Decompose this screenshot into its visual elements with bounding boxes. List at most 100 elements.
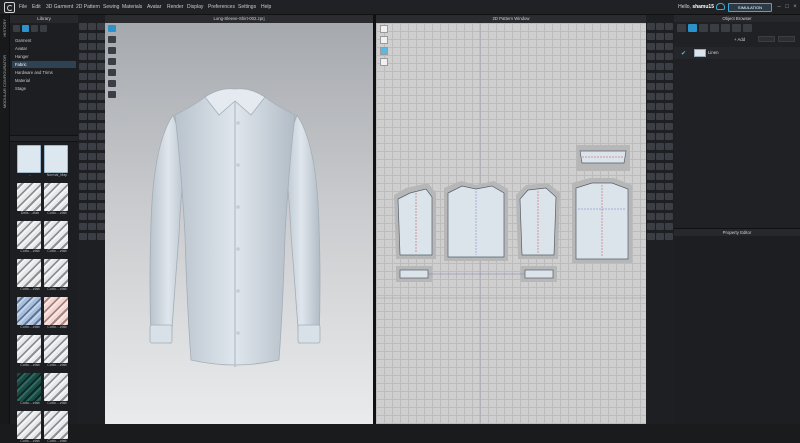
tool-icon[interactable] bbox=[88, 113, 96, 120]
tool-icon[interactable] bbox=[97, 183, 105, 190]
tool-icon[interactable] bbox=[79, 123, 87, 130]
fabric-thumbnail[interactable]: .. bbox=[17, 145, 43, 177]
fabric-thumbnail[interactable]: Cotto....zfab bbox=[44, 259, 70, 291]
tool-icon[interactable] bbox=[97, 133, 105, 140]
tool-icon[interactable] bbox=[656, 113, 664, 120]
tool-icon[interactable] bbox=[665, 213, 673, 220]
tool-icon[interactable] bbox=[88, 133, 96, 140]
view-fabric-icon[interactable] bbox=[108, 58, 116, 65]
menu-file[interactable]: File bbox=[19, 4, 27, 10]
menu-edit[interactable]: Edit bbox=[32, 4, 41, 10]
tool-icon[interactable] bbox=[665, 173, 673, 180]
view-garment-icon[interactable] bbox=[108, 47, 116, 54]
tool-icon[interactable] bbox=[647, 53, 655, 60]
fabric-thumbnail[interactable]: Cotto....zfab bbox=[17, 259, 43, 291]
menu-2d-pattern[interactable]: 2D Pattern bbox=[76, 4, 100, 10]
tool-icon[interactable] bbox=[79, 43, 87, 50]
add-fabric-button[interactable]: + Add bbox=[734, 37, 745, 42]
tool-icon[interactable] bbox=[79, 133, 87, 140]
tool-icon[interactable] bbox=[79, 63, 87, 70]
ob-topstitch-icon[interactable] bbox=[721, 24, 730, 32]
close-icon[interactable]: × bbox=[792, 3, 798, 11]
tool-icon[interactable] bbox=[656, 153, 664, 160]
tool-icon[interactable] bbox=[656, 23, 664, 30]
view-texture-icon[interactable] bbox=[108, 69, 116, 76]
tool-icon[interactable] bbox=[97, 223, 105, 230]
fabric-thumbnail[interactable]: Cotto....zfab bbox=[44, 297, 70, 329]
tool-icon[interactable] bbox=[88, 193, 96, 200]
tool-icon[interactable] bbox=[79, 113, 87, 120]
tool-icon[interactable] bbox=[97, 153, 105, 160]
tool-icon[interactable] bbox=[656, 213, 664, 220]
3d-garment-window[interactable]: Long-Sleeve-Shirt-002.zprj bbox=[105, 15, 373, 424]
tool-icon[interactable] bbox=[79, 33, 87, 40]
library-item-material[interactable]: Material bbox=[12, 77, 76, 84]
tool-icon[interactable] bbox=[647, 153, 655, 160]
tool-icon[interactable] bbox=[88, 183, 96, 190]
tool-icon[interactable] bbox=[647, 213, 655, 220]
fabric-thumbnail[interactable]: Cotto....zfab bbox=[44, 221, 70, 253]
tool-icon[interactable] bbox=[88, 123, 96, 130]
tool-icon[interactable] bbox=[647, 23, 655, 30]
tool-icon[interactable] bbox=[88, 223, 96, 230]
modular-configurator-tab[interactable]: MODULAR CONFIGURATOR bbox=[2, 55, 7, 108]
tool-icon[interactable] bbox=[88, 43, 96, 50]
tool-icon[interactable] bbox=[656, 173, 664, 180]
fabric-thumbnail[interactable]: Cotto....zfab bbox=[17, 411, 43, 443]
menu-display[interactable]: Display bbox=[187, 4, 203, 10]
tool-icon[interactable] bbox=[79, 213, 87, 220]
tool-icon[interactable] bbox=[656, 133, 664, 140]
2d-pattern-window[interactable]: 2D Pattern Window bbox=[376, 15, 646, 424]
tool-icon[interactable] bbox=[647, 183, 655, 190]
fabric-thumbnail[interactable]: Cotto....zfab bbox=[44, 373, 70, 405]
view-mode-icon[interactable] bbox=[108, 25, 116, 32]
tool-icon[interactable] bbox=[88, 233, 96, 240]
fabric-thumbnail[interactable]: Cotto....zfab bbox=[44, 183, 70, 215]
tool-icon[interactable] bbox=[97, 63, 105, 70]
tool-icon[interactable] bbox=[97, 53, 105, 60]
ob-graphic-icon[interactable] bbox=[732, 24, 741, 32]
fabric-thumbnail[interactable]: Normal_Map bbox=[44, 145, 70, 177]
tool-icon[interactable] bbox=[79, 153, 87, 160]
check-icon[interactable]: ✔ bbox=[681, 50, 686, 57]
tool-icon[interactable] bbox=[656, 143, 664, 150]
tool-icon[interactable] bbox=[656, 163, 664, 170]
tool-icon[interactable] bbox=[656, 103, 664, 110]
tool-icon[interactable] bbox=[647, 33, 655, 40]
menu-settings[interactable]: Settings bbox=[238, 4, 256, 10]
cloud-icon[interactable] bbox=[716, 3, 725, 10]
pattern-canvas[interactable] bbox=[376, 23, 646, 424]
tool-icon[interactable] bbox=[97, 93, 105, 100]
library-item-hanger[interactable]: Hanger bbox=[12, 53, 76, 60]
library-item-avatar[interactable]: Avatar bbox=[12, 45, 76, 52]
ob-trim-icon[interactable] bbox=[710, 24, 719, 32]
tool-icon[interactable] bbox=[647, 173, 655, 180]
view-avatar-icon[interactable] bbox=[108, 36, 116, 43]
fabric-thumbnail[interactable]: Cotto....zfab bbox=[17, 297, 43, 329]
tool-icon[interactable] bbox=[665, 33, 673, 40]
tool-icon[interactable] bbox=[97, 143, 105, 150]
tool-icon[interactable] bbox=[647, 203, 655, 210]
tool-icon[interactable] bbox=[647, 63, 655, 70]
tool-icon[interactable] bbox=[665, 113, 673, 120]
tool-icon[interactable] bbox=[647, 93, 655, 100]
fabric-thumbnail[interactable]: Cotto....zfab bbox=[17, 373, 43, 405]
tool-icon[interactable] bbox=[88, 163, 96, 170]
tool-icon[interactable] bbox=[97, 233, 105, 240]
fabric-thumbnail[interactable]: Cotto....zfab bbox=[44, 335, 70, 367]
fabric-thumbnail[interactable]: Cotto....zfab bbox=[17, 221, 43, 253]
tool-icon[interactable] bbox=[97, 23, 105, 30]
tool-icon[interactable] bbox=[647, 143, 655, 150]
fabric-list-item[interactable]: ✔ Linen bbox=[674, 47, 800, 59]
tool-icon[interactable] bbox=[656, 33, 664, 40]
tool-icon[interactable] bbox=[647, 113, 655, 120]
tool-icon[interactable] bbox=[79, 83, 87, 90]
tool-icon[interactable] bbox=[656, 233, 664, 240]
tool-icon[interactable] bbox=[665, 83, 673, 90]
tool-icon[interactable] bbox=[665, 193, 673, 200]
tool-icon[interactable] bbox=[665, 103, 673, 110]
tool-icon[interactable] bbox=[665, 93, 673, 100]
tool-icon[interactable] bbox=[665, 73, 673, 80]
username[interactable]: shamu15 bbox=[692, 4, 714, 10]
copy-fabric-button[interactable] bbox=[758, 36, 775, 42]
